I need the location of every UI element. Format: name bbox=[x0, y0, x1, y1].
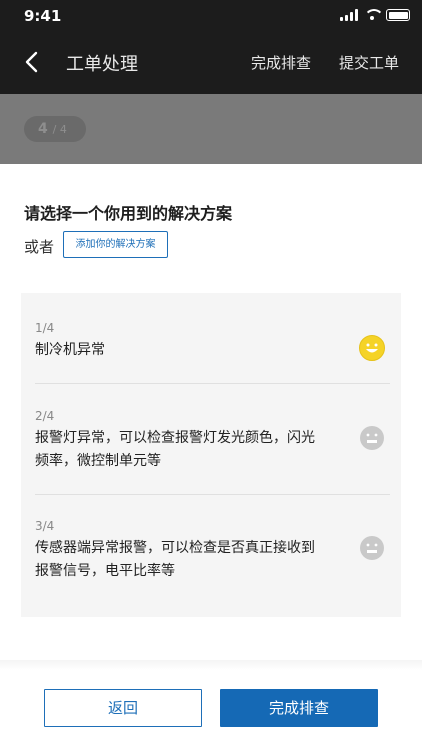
status-bar: 9:41 bbox=[0, 0, 422, 32]
battery-icon bbox=[386, 9, 410, 21]
back-button[interactable]: 返回 bbox=[44, 689, 202, 727]
status-icons bbox=[340, 9, 410, 21]
solution-item-3[interactable]: 3/4 传感器端异常报警，可以检查是否真正接收到报警信号，电平比率等 bbox=[35, 519, 389, 583]
signal-icon bbox=[340, 9, 358, 21]
progress-current: 4 bbox=[38, 121, 48, 137]
submit-order-action[interactable]: 提交工单 bbox=[339, 52, 399, 73]
neutral-face-icon[interactable] bbox=[359, 535, 385, 561]
complete-check-action[interactable]: 完成排查 bbox=[251, 52, 311, 73]
solution-index: 3/4 bbox=[35, 519, 55, 533]
bottom-divider bbox=[0, 660, 422, 670]
add-solution-button[interactable]: 添加你的解决方案 bbox=[63, 231, 168, 258]
solution-text: 传感器端异常报警，可以检查是否真正接收到报警信号，电平比率等 bbox=[35, 540, 315, 579]
complete-check-button[interactable]: 完成排查 bbox=[220, 689, 378, 727]
back-arrow-icon[interactable] bbox=[22, 50, 44, 74]
solution-text: 制冷机异常 bbox=[35, 342, 105, 358]
solution-item-1[interactable]: 1/4 制冷机异常 bbox=[35, 321, 389, 362]
smile-face-icon[interactable] bbox=[359, 335, 385, 361]
progress-total: / 4 bbox=[52, 123, 67, 136]
nav-bar: 工单处理 完成排查 提交工单 bbox=[0, 32, 422, 94]
page-title: 工单处理 bbox=[66, 54, 138, 75]
solution-text: 报警灯异常，可以检查报警灯发光颜色，闪光频率，微控制单元等 bbox=[35, 430, 315, 469]
or-label: 或者 bbox=[24, 238, 55, 256]
list-divider bbox=[35, 494, 390, 495]
solution-index: 2/4 bbox=[35, 409, 55, 423]
status-time: 9:41 bbox=[24, 7, 62, 25]
solution-list: 1/4 制冷机异常 2/4 报警灯异常，可以检查报警灯发光颜色，闪光频率，微控制… bbox=[21, 293, 401, 617]
sheet-heading: 请选择一个你用到的解决方案 bbox=[24, 204, 233, 223]
solution-item-2[interactable]: 2/4 报警灯异常，可以检查报警灯发光颜色，闪光频率，微控制单元等 bbox=[35, 409, 389, 473]
solution-index: 1/4 bbox=[35, 321, 55, 335]
wifi-icon bbox=[364, 9, 384, 21]
list-divider bbox=[35, 383, 390, 384]
neutral-face-icon[interactable] bbox=[359, 425, 385, 451]
solution-sheet: 请选择一个你用到的解决方案 或者 添加你的解决方案 1/4 制冷机异常 2/4 … bbox=[0, 164, 422, 750]
progress-badge: 4 / 4 bbox=[24, 116, 86, 142]
